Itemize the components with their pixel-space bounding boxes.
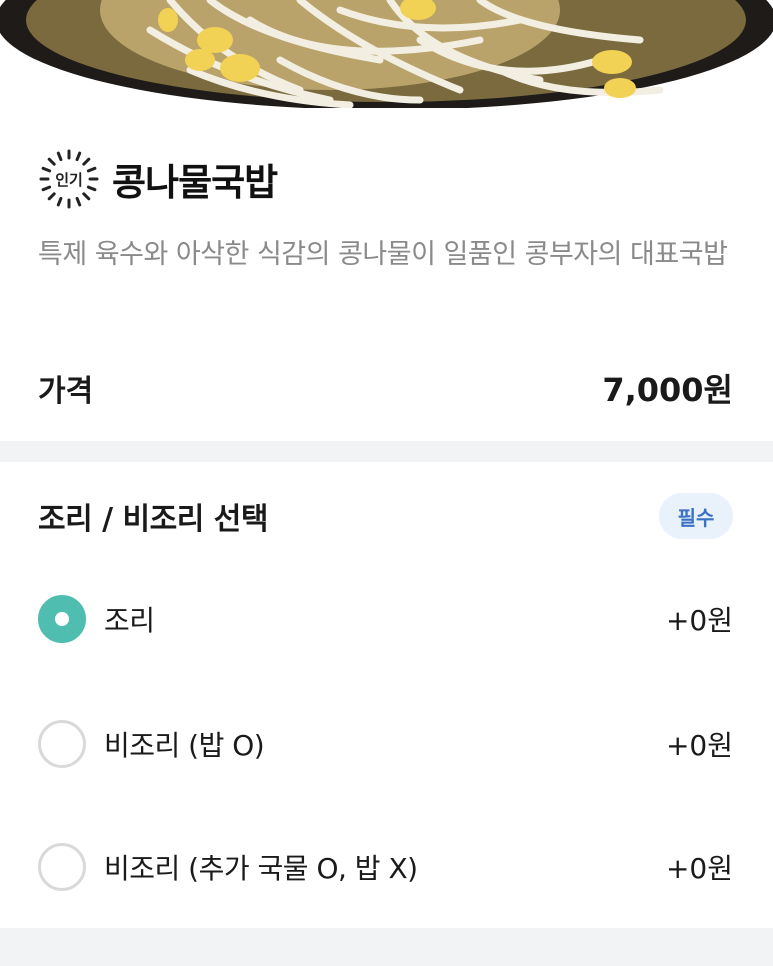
option-left: 비조리 (밥 O) [38,720,265,768]
option-group-header: 조리 / 비조리 선택 필수 [38,492,733,540]
menu-title: 콩나물국밥 [112,161,278,204]
section-divider [0,441,773,462]
option-price: +0원 [665,852,733,885]
option-item-uncooked-rice[interactable]: 비조리 (밥 O) +0원 [38,714,733,774]
option-label: 비조리 (밥 O) [104,729,265,762]
option-label: 조리 [104,604,155,637]
required-badge: 필수 [659,493,733,539]
price-value: 7,000원 [602,371,733,409]
option-price: +0원 [665,604,733,637]
price-label: 가격 [38,374,94,409]
option-item-cooked[interactable]: 조리 +0원 [38,589,733,649]
menu-title-row: 인기 콩나물국밥 [38,146,278,212]
cook-option-section: 조리 / 비조리 선택 필수 조리 +0원 비조리 (밥 O) +0원 비조리 … [0,462,773,928]
radio-checked-icon[interactable] [38,595,86,643]
bean-sprout-soup-image [0,0,773,108]
section-divider [0,928,773,966]
menu-photo [0,0,773,108]
option-item-uncooked-extra-soup[interactable]: 비조리 (추가 국물 O, 밥 X) +0원 [38,837,733,897]
menu-description: 특제 육수와 아삭한 식감의 콩나물이 일품인 콩부자의 대표국밥 [38,239,728,270]
radio-unchecked-icon[interactable] [38,843,86,891]
option-left: 조리 [38,595,155,643]
radio-unchecked-icon[interactable] [38,720,86,768]
option-label: 비조리 (추가 국물 O, 밥 X) [104,852,418,885]
option-left: 비조리 (추가 국물 O, 밥 X) [38,843,418,891]
popular-badge-label: 인기 [55,170,83,189]
option-group-title: 조리 / 비조리 선택 [38,502,269,537]
option-price: +0원 [665,729,733,762]
menu-info-section: 인기 콩나물국밥 특제 육수와 아삭한 식감의 콩나물이 일품인 콩부자의 대표… [0,108,773,441]
popular-badge: 인기 [38,148,100,210]
price-row: 가격 7,000원 [38,366,733,410]
